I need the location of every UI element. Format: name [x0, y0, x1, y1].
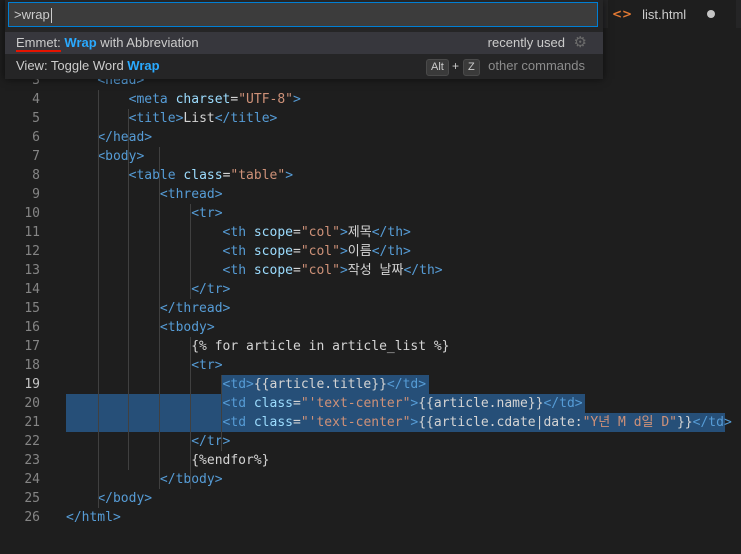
- code-line[interactable]: 14 </tr>: [0, 280, 741, 299]
- line-number: 13: [24, 263, 40, 278]
- code-text: {%endfor%}: [66, 453, 270, 468]
- code-line[interactable]: 21 <td class="'text-center">{{article.cd…: [0, 413, 741, 432]
- line-number: 20: [24, 396, 40, 411]
- line-number: 26: [24, 510, 40, 525]
- command-result-toggle-word-wrap[interactable]: View: Toggle Word Wrap Alt + Z other com…: [5, 55, 603, 77]
- code-text: <tr>: [191, 358, 223, 373]
- code-text: </body>: [97, 491, 153, 506]
- code-line[interactable]: 6 </head>: [0, 128, 741, 147]
- code-text: <body>: [97, 149, 145, 164]
- code-text: <th scope="col">이름</th>: [222, 244, 411, 259]
- line-number: 6: [32, 130, 40, 145]
- line-number: 16: [24, 320, 40, 335]
- code-line[interactable]: 10 <tr>: [0, 204, 741, 223]
- code-text: </html>: [66, 510, 121, 525]
- command-input[interactable]: >wrap: [8, 2, 598, 27]
- code-text: </tr>: [191, 282, 231, 297]
- code-line[interactable]: 26 </html>: [0, 508, 741, 527]
- line-number: 15: [24, 301, 40, 316]
- line-number: 7: [32, 149, 40, 164]
- code-line[interactable]: 12 <th scope="col">이름</th>: [0, 242, 741, 261]
- code-line[interactable]: 22 </tr>: [0, 432, 741, 451]
- code-text: <thread>: [159, 187, 223, 202]
- line-number: 21: [24, 415, 40, 430]
- code-line[interactable]: 20 <td class="'text-center">{{article.na…: [0, 394, 741, 413]
- line-number: 9: [32, 187, 40, 202]
- code-line[interactable]: 5 <title>List</title>: [0, 109, 741, 128]
- recently-used-label: recently used: [487, 35, 565, 50]
- keybinding-plus: +: [452, 59, 460, 73]
- line-number: 8: [32, 168, 40, 183]
- code-text: <meta charset="UTF-8">: [128, 92, 301, 107]
- keybinding-alt: Alt: [426, 59, 449, 76]
- code-line[interactable]: 18 <tr>: [0, 356, 741, 375]
- code-text: </thread>: [159, 301, 231, 316]
- code-line[interactable]: 17 {% for article in article_list %}: [0, 337, 741, 356]
- line-number: 25: [24, 491, 40, 506]
- code-line[interactable]: 7 <body>: [0, 147, 741, 166]
- command-category: Emmet:: [16, 35, 61, 52]
- line-number: 11: [24, 225, 40, 240]
- code-text: <tr>: [191, 206, 223, 221]
- code-line[interactable]: 11 <th scope="col">제목</th>: [0, 223, 741, 242]
- line-number: 17: [24, 339, 40, 354]
- line-number: 19: [24, 377, 40, 392]
- indent-guide: [98, 90, 99, 508]
- code-text: </head>: [97, 130, 153, 145]
- code-editor[interactable]: 2<html lang="ko">3 <head>4 <meta charset…: [0, 28, 741, 554]
- html-file-icon: <>: [612, 7, 633, 21]
- code-line[interactable]: 24 </tbody>: [0, 470, 741, 489]
- code-text: <table class="table">: [128, 168, 294, 183]
- command-result-emmet-wrap[interactable]: Emmet: Wrap with Abbreviation recently u…: [5, 32, 603, 54]
- text-cursor: [50, 8, 52, 24]
- line-number: 5: [32, 111, 40, 126]
- code-text: {% for article in article_list %}: [66, 339, 450, 354]
- tab-label: list.html: [642, 6, 687, 22]
- indent-guide: [128, 109, 129, 470]
- code-line[interactable]: 4 <meta charset="UTF-8">: [0, 90, 741, 109]
- gear-icon[interactable]: ⚙: [574, 32, 587, 54]
- code-line[interactable]: 25 </body>: [0, 489, 741, 508]
- code-text: </tbody>: [159, 472, 223, 487]
- line-number: 12: [24, 244, 40, 259]
- code-text: <td class="'text-center">{{article.name}…: [222, 396, 583, 411]
- code-line[interactable]: 16 <tbody>: [0, 318, 741, 337]
- code-line[interactable]: 8 <table class="table">: [0, 166, 741, 185]
- code-line[interactable]: 19 <td>{{article.title}}</td>: [0, 375, 741, 394]
- code-text: <td class="'text-center">{{article.cdate…: [222, 415, 732, 430]
- code-text: <th scope="col">제목</th>: [222, 225, 411, 240]
- indent-guide: [159, 147, 160, 489]
- command-label-prefix: View: Toggle Word: [16, 58, 128, 73]
- indent-guide: [190, 204, 191, 299]
- code-line[interactable]: 23 {%endfor%}: [0, 451, 741, 470]
- line-number: 14: [24, 282, 40, 297]
- indent-guide: [190, 337, 191, 489]
- line-number: 24: [24, 472, 40, 487]
- tab-list-html[interactable]: <> list.html: [608, 0, 736, 28]
- code-line[interactable]: 13 <th scope="col">작성 날짜</th>: [0, 261, 741, 280]
- editor-tab-bar: <> list.html: [600, 0, 741, 28]
- code-text: <tbody>: [159, 320, 215, 335]
- other-commands-label: other commands: [488, 58, 585, 73]
- code-text: </tr>: [191, 434, 231, 449]
- line-number: 4: [32, 92, 40, 107]
- unsaved-dot-icon[interactable]: [707, 10, 715, 18]
- keybinding-z: Z: [463, 59, 480, 76]
- code-text: <td>{{article.title}}</td>: [222, 377, 427, 392]
- match-highlight: Wrap: [64, 35, 97, 50]
- line-number: 23: [24, 453, 40, 468]
- code-text: <th scope="col">작성 날짜</th>: [222, 263, 443, 278]
- command-label-rest: with Abbreviation: [96, 35, 199, 50]
- command-palette: >wrap Emmet: Wrap with Abbreviation rece…: [5, 0, 603, 79]
- code-line[interactable]: 15 </thread>: [0, 299, 741, 318]
- line-number: 10: [24, 206, 40, 221]
- line-number: 22: [24, 434, 40, 449]
- indent-guide: [221, 375, 222, 451]
- line-number: 18: [24, 358, 40, 373]
- match-highlight: Wrap: [127, 58, 160, 73]
- code-line[interactable]: 9 <thread>: [0, 185, 741, 204]
